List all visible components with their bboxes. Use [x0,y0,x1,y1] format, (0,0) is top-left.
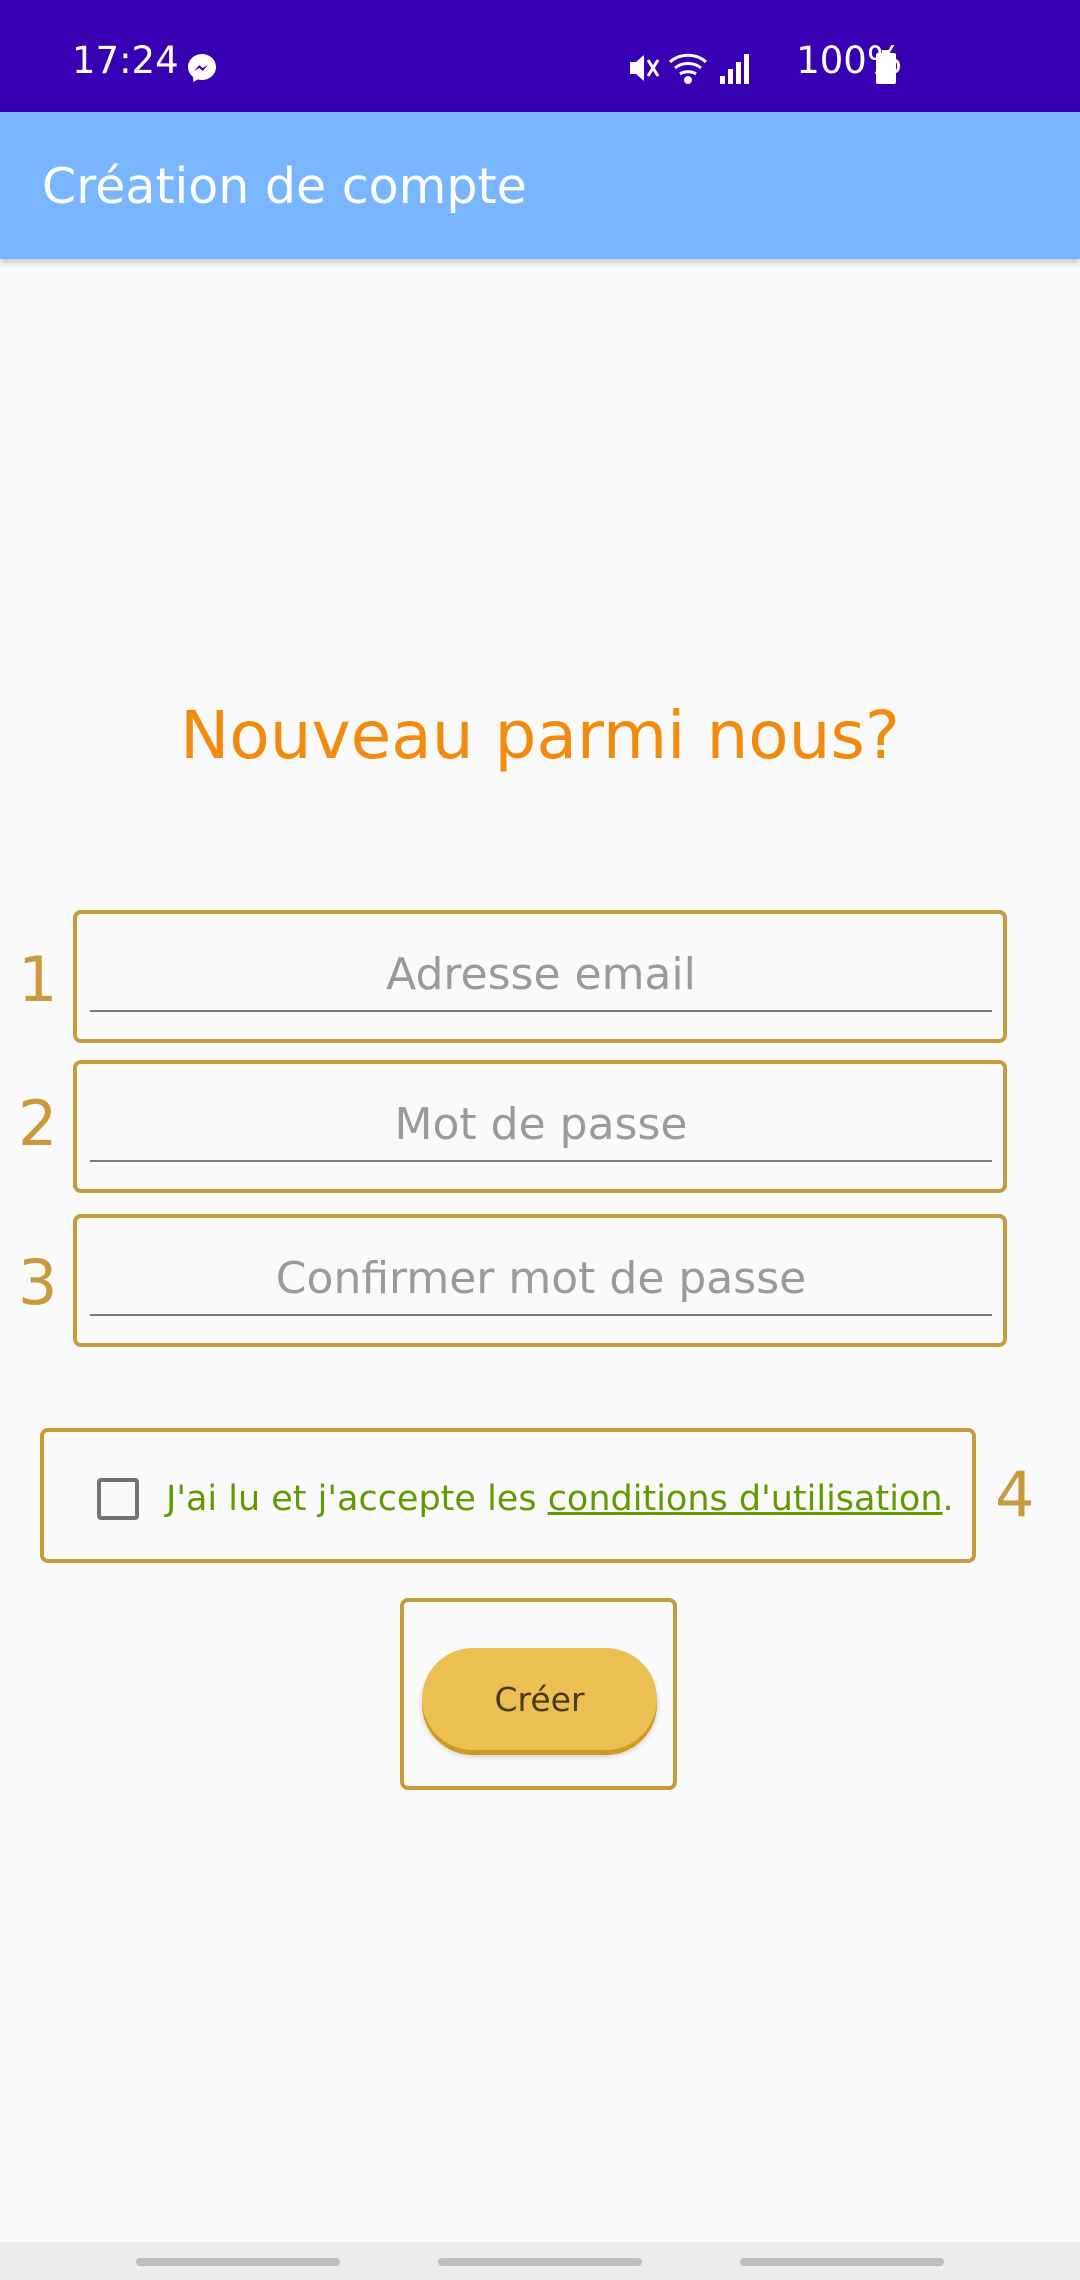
terms-text: J'ai lu et j'accepte les conditions d'ut… [166,1480,954,1519]
battery-icon [876,50,896,84]
nav-home[interactable] [438,2258,642,2266]
page-heading: Nouveau parmi nous? [180,697,900,774]
create-button[interactable]: Créer [422,1648,657,1750]
status-time: 17:24 [72,39,179,82]
mute-icon [630,55,660,81]
app-bar-title: Création de compte [42,158,527,215]
create-button-box: Créer [400,1598,677,1790]
terms-of-use-link[interactable]: conditions d'utilisation [548,1479,943,1519]
wifi-icon [668,53,708,84]
terms-text-before: J'ai lu et j'accepte les [166,1479,548,1519]
password-field-box [73,1060,1007,1193]
messenger-icon [188,54,216,82]
nav-back[interactable] [740,2258,944,2266]
terms-checkbox[interactable] [97,1478,139,1520]
signal-icon [720,54,749,84]
confirm-password-field-box [73,1214,1007,1347]
email-input[interactable] [90,938,992,1012]
navigation-bar [0,2242,1080,2280]
account-creation-screen: 17:24 100% Création de compte Nouveau pa… [0,0,1080,2280]
confirm-password-input[interactable] [90,1242,992,1316]
annotation-number-3: 3 [18,1246,58,1319]
terms-text-after: . [942,1479,954,1519]
status-bar: 17:24 100% [0,0,1080,112]
annotation-number-2: 2 [18,1087,58,1160]
terms-box: J'ai lu et j'accepte les conditions d'ut… [40,1428,976,1563]
status-icons [630,53,749,84]
email-field-box [73,910,1007,1043]
annotation-number-1: 1 [18,943,58,1016]
annotation-number-4: 4 [995,1458,1035,1531]
nav-recent-apps[interactable] [136,2258,340,2266]
app-bar: Création de compte [0,112,1080,259]
password-input[interactable] [90,1088,992,1162]
